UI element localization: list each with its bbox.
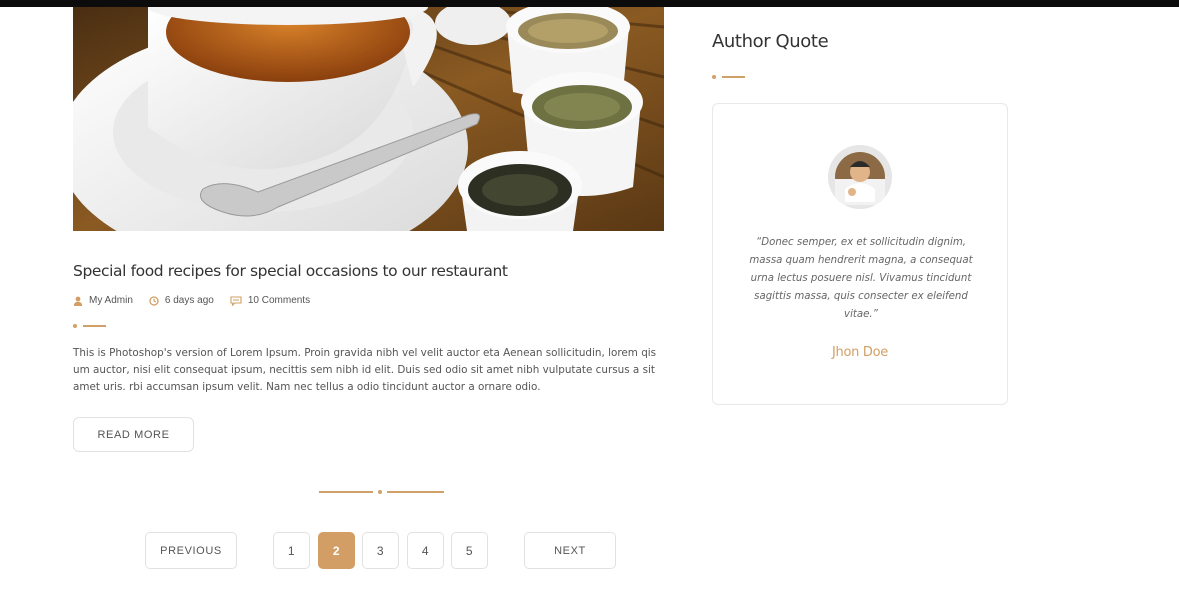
page-button-5[interactable]: 5: [451, 532, 488, 569]
post-excerpt: This is Photoshop's version of Lorem Ips…: [73, 347, 657, 394]
page-button-3[interactable]: 3: [362, 532, 399, 569]
post-meta: My Admin 6 days ago 10 Comments: [73, 295, 326, 306]
post-author: My Admin: [89, 295, 133, 306]
post-author-link[interactable]: My Admin: [73, 295, 133, 306]
read-more-button[interactable]: READ MORE: [73, 417, 194, 452]
top-bar: [0, 0, 1179, 7]
author-quote-name: Jhon Doe: [832, 345, 888, 360]
post-divider: [73, 324, 106, 328]
post-date-link[interactable]: 6 days ago: [149, 295, 214, 306]
page-button-1[interactable]: 1: [273, 532, 310, 569]
post-date: 6 days ago: [164, 295, 214, 306]
previous-page-button[interactable]: PREVIOUS: [145, 532, 237, 569]
avatar: [828, 145, 892, 209]
tea-photo: [73, 7, 664, 231]
next-page-button[interactable]: NEXT: [524, 532, 616, 569]
post-featured-image[interactable]: [73, 7, 664, 231]
post-title[interactable]: Special food recipes for special occasio…: [73, 262, 673, 280]
author-avatar-image: [828, 145, 892, 209]
comment-icon: [230, 295, 242, 306]
post-comments-link[interactable]: 10 Comments: [230, 295, 310, 306]
sidebar-widget-title: Author Quote: [712, 31, 829, 52]
clock-icon: [149, 295, 159, 306]
user-icon: [73, 296, 83, 306]
author-quote-card: “Donec semper, ex et sollicitudin dignim…: [712, 103, 1008, 405]
page-button-4[interactable]: 4: [407, 532, 444, 569]
post-comments: 10 Comments: [247, 295, 311, 306]
author-quote-text: “Donec semper, ex et sollicitudin dignim…: [749, 237, 973, 320]
sidebar-title-divider: [712, 75, 745, 79]
page-button-2-current[interactable]: 2: [318, 532, 355, 569]
pagination-divider: [319, 490, 444, 494]
